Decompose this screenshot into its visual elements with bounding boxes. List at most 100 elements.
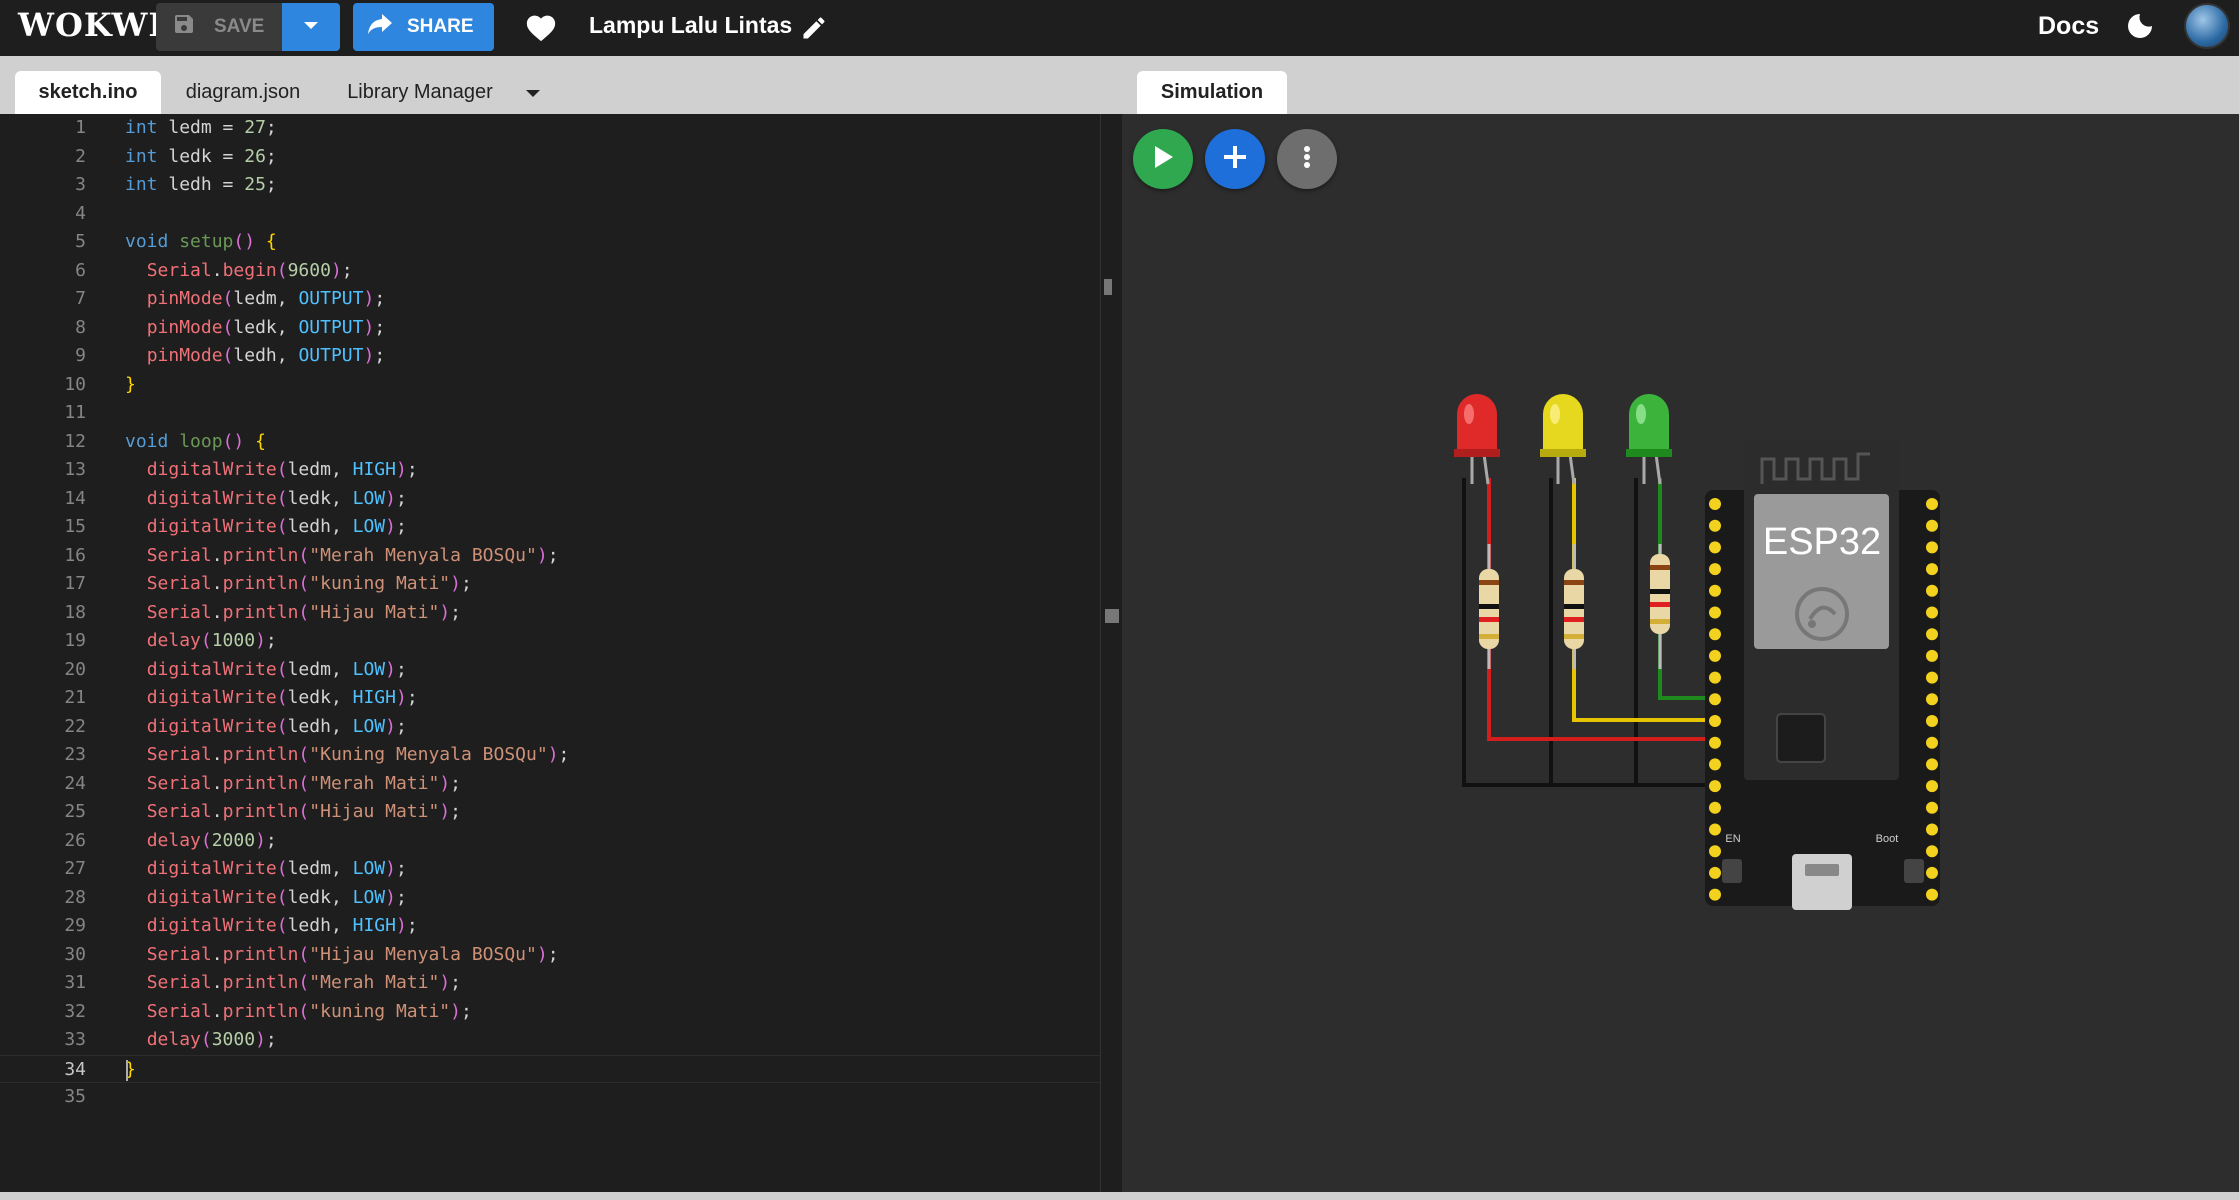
code-line[interactable]: 6 Serial.begin(9600); <box>0 257 1120 286</box>
editor-scrollbar[interactable] <box>1100 114 1122 1192</box>
code-line[interactable]: 21 digitalWrite(ledk, HIGH); <box>0 684 1120 713</box>
code-line[interactable]: 35 <box>0 1083 1120 1112</box>
tab-diagram-json[interactable]: diagram.json <box>168 71 318 114</box>
header-pin[interactable] <box>1709 866 1721 879</box>
code-line[interactable]: 11 <box>0 399 1120 428</box>
wokwi-logo[interactable]: WOKWI <box>18 6 164 44</box>
code-line[interactable]: 20 digitalWrite(ledm, LOW); <box>0 656 1120 685</box>
code-line[interactable]: 7 pinMode(ledm, OUTPUT); <box>0 285 1120 314</box>
code-line[interactable]: 22 digitalWrite(ledh, LOW); <box>0 713 1120 742</box>
simulation-canvas[interactable]: ESP32 EN Boot <box>1122 114 2239 1192</box>
header-pin[interactable] <box>1926 888 1938 901</box>
line-number: 5 <box>75 231 86 252</box>
code-text: Serial.println("Hijau Mati"); <box>146 801 461 822</box>
code-line[interactable]: 29 digitalWrite(ledh, HIGH); <box>0 912 1120 941</box>
header-pin[interactable] <box>1926 693 1938 706</box>
code-line[interactable]: 3 int ledh = 25; <box>0 171 1120 200</box>
scroll-marker <box>1104 279 1112 295</box>
header-pin[interactable] <box>1709 541 1721 554</box>
header-pin[interactable] <box>1709 780 1721 793</box>
share-button[interactable]: SHARE <box>353 3 494 51</box>
code-line[interactable]: 10} <box>0 371 1120 400</box>
code-line[interactable]: 26 delay(2000); <box>0 827 1120 856</box>
code-line[interactable]: 31 Serial.println("Merah Mati"); <box>0 969 1120 998</box>
code-text: void setup() { <box>125 231 277 252</box>
heart-icon[interactable] <box>524 11 558 48</box>
code-line[interactable]: 9 pinMode(ledh, OUTPUT); <box>0 342 1120 371</box>
header-pin[interactable] <box>1709 628 1721 641</box>
header-pin[interactable] <box>1926 649 1938 662</box>
header-pin[interactable] <box>1709 693 1721 706</box>
code-line[interactable]: 4 <box>0 200 1120 229</box>
header-pin[interactable] <box>1709 649 1721 662</box>
pencil-icon[interactable] <box>800 14 828 47</box>
tab-library-manager[interactable]: Library Manager <box>330 71 510 114</box>
header-pin[interactable] <box>1709 671 1721 684</box>
header-pin[interactable] <box>1709 715 1721 727</box>
save-dropdown-button[interactable] <box>282 3 340 51</box>
header-pin[interactable] <box>1709 758 1721 771</box>
header-pin[interactable] <box>1926 628 1938 641</box>
header-pin[interactable] <box>1926 715 1938 727</box>
code-line[interactable]: 12 void loop() { <box>0 428 1120 457</box>
tabs-more-button[interactable] <box>518 71 548 114</box>
header-pin[interactable] <box>1926 866 1938 879</box>
code-line[interactable]: 25 Serial.println("Hijau Mati"); <box>0 798 1120 827</box>
header-pin[interactable] <box>1926 498 1938 510</box>
esp32-board[interactable]: ESP32 EN Boot <box>1705 440 1940 910</box>
led-red[interactable] <box>1454 394 1500 485</box>
code-line[interactable]: 34} <box>0 1054 1120 1083</box>
header-pin[interactable] <box>1926 519 1938 532</box>
code-line[interactable]: 32 Serial.println("kuning Mati"); <box>0 998 1120 1027</box>
save-button[interactable]: SAVE <box>156 3 282 51</box>
header-pin[interactable] <box>1709 584 1721 597</box>
code-line[interactable]: 17 Serial.println("kuning Mati"); <box>0 570 1120 599</box>
header-pin[interactable] <box>1709 801 1721 814</box>
header-pin[interactable] <box>1926 584 1938 597</box>
header-pin[interactable] <box>1709 888 1721 901</box>
header-pin[interactable] <box>1709 606 1721 619</box>
header-pin[interactable] <box>1926 823 1938 836</box>
code-line[interactable]: 19 delay(1000); <box>0 627 1120 656</box>
header-pin[interactable] <box>1926 758 1938 771</box>
code-line[interactable]: 2 int ledk = 26; <box>0 143 1120 172</box>
header-pin[interactable] <box>1926 845 1938 858</box>
code-line[interactable]: 30 Serial.println("Hijau Menyala BOSQu")… <box>0 941 1120 970</box>
code-line[interactable]: 15 digitalWrite(ledh, LOW); <box>0 513 1120 542</box>
code-line[interactable]: 5 void setup() { <box>0 228 1120 257</box>
header-pin[interactable] <box>1926 801 1938 814</box>
tab-simulation[interactable]: Simulation <box>1137 71 1287 114</box>
header-pin[interactable] <box>1709 823 1721 836</box>
code-line[interactable]: 23 Serial.println("Kuning Menyala BOSQu"… <box>0 741 1120 770</box>
header-pin[interactable] <box>1709 845 1721 858</box>
header-pin[interactable] <box>1709 498 1721 510</box>
code-line[interactable]: 8 pinMode(ledk, OUTPUT); <box>0 314 1120 343</box>
code-line[interactable]: 28 digitalWrite(ledk, LOW); <box>0 884 1120 913</box>
code-editor[interactable]: 1 int ledm = 27; 2 int ledk = 26; 3 int ledh … <box>0 114 1122 1192</box>
code-line[interactable]: 16 Serial.println("Merah Menyala BOSQu")… <box>0 542 1120 571</box>
header-pin[interactable] <box>1926 671 1938 684</box>
code-line[interactable]: 14 digitalWrite(ledk, LOW); <box>0 485 1120 514</box>
code-text: Serial.begin(9600); <box>146 259 353 281</box>
code-line[interactable]: 24 Serial.println("Merah Mati"); <box>0 770 1120 799</box>
docs-link[interactable]: Docs <box>2038 12 2099 41</box>
header-pin[interactable] <box>1926 563 1938 576</box>
header-pin[interactable] <box>1926 541 1938 554</box>
led-green[interactable] <box>1626 394 1672 485</box>
moon-icon[interactable] <box>2124 10 2156 47</box>
code-line[interactable]: 13 digitalWrite(ledm, HIGH); <box>0 456 1120 485</box>
project-title[interactable]: Lampu Lalu Lintas <box>589 12 792 39</box>
avatar[interactable] <box>2184 3 2230 49</box>
header-pin[interactable] <box>1926 736 1938 749</box>
code-line[interactable]: 27 digitalWrite(ledm, LOW); <box>0 855 1120 884</box>
led-yellow[interactable] <box>1540 394 1586 485</box>
code-line[interactable]: 33 delay(3000); <box>0 1026 1120 1055</box>
code-line[interactable]: 1 int ledm = 27; <box>0 114 1120 143</box>
header-pin[interactable] <box>1709 736 1721 749</box>
header-pin[interactable] <box>1926 606 1938 619</box>
tab-sketch-ino[interactable]: sketch.ino <box>15 71 161 114</box>
header-pin[interactable] <box>1926 780 1938 793</box>
header-pin[interactable] <box>1709 563 1721 576</box>
code-line[interactable]: 18 Serial.println("Hijau Mati"); <box>0 599 1120 628</box>
header-pin[interactable] <box>1709 519 1721 532</box>
